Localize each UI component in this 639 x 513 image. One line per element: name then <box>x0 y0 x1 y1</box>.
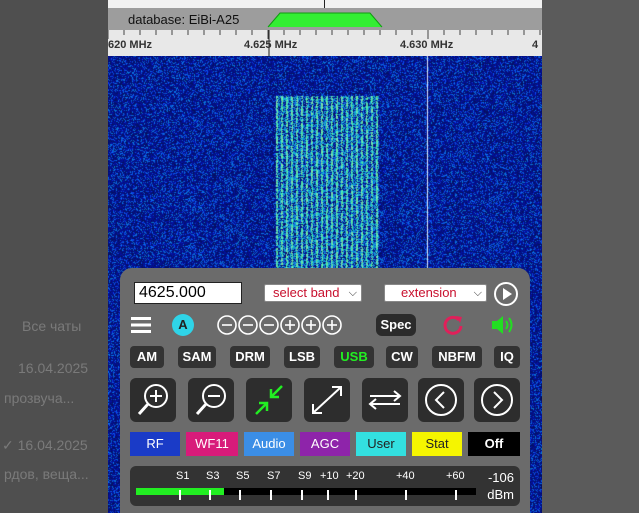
zoom-out-button[interactable] <box>188 378 234 422</box>
zoom-in-icon <box>137 384 168 416</box>
step-right-button[interactable] <box>474 378 520 422</box>
swap-button[interactable] <box>362 378 408 422</box>
s-meter: S1 S3 S5 S7 S9 +10 +20 +40 +60 -106 dBm <box>130 466 520 506</box>
mode-drm-button[interactable]: DRM <box>230 346 270 368</box>
mode-nbfm-button[interactable]: NBFM <box>432 346 482 368</box>
speaker-icon[interactable] <box>490 313 518 337</box>
smeter-label: S1 <box>176 470 190 482</box>
stat-tab-button[interactable]: Stat <box>412 432 462 456</box>
collapse-arrows-icon <box>255 385 283 415</box>
play-icon[interactable] <box>493 281 519 307</box>
off-tab-button[interactable]: Off <box>468 432 520 456</box>
user-tab-button[interactable]: User <box>356 432 406 456</box>
signal-unit: dBm <box>487 487 514 502</box>
scale-tick-label: 4 <box>532 39 539 51</box>
smeter-label: S5 <box>236 470 250 482</box>
chat-date-1: 16.04.2025 <box>18 360 89 376</box>
reset-icon[interactable] <box>442 314 464 336</box>
chat-snippet-2: рдов, веща... <box>4 466 89 482</box>
chevron-down-icon: ⌵ <box>348 287 357 299</box>
rf-tab-button[interactable]: RF <box>130 432 180 456</box>
auto-mode-badge[interactable]: A <box>172 314 194 336</box>
control-panel: 4625.000 select band ⌵ extension ⌵ A Spe… <box>120 268 530 513</box>
mode-sam-button[interactable]: SAM <box>178 346 216 368</box>
extension-select[interactable]: extension ⌵ <box>384 284 487 302</box>
all-chats-text: Все чаты <box>22 318 82 334</box>
smeter-label: S3 <box>206 470 220 482</box>
swap-arrows-icon <box>368 390 402 410</box>
chat-snippet-1: прозвуча... <box>4 390 75 406</box>
mode-cw-button[interactable]: CW <box>386 346 418 368</box>
chevron-left-icon <box>425 384 457 416</box>
chat-date-2: ✓ 16.04.2025 <box>2 437 88 453</box>
signal-value: -106 <box>487 470 514 485</box>
agc-tab-button[interactable]: AGC <box>300 432 350 456</box>
smeter-label: +60 <box>446 470 465 482</box>
background-chat-panel: Все чаты 16.04.2025 прозвуча... ✓ 16.04.… <box>0 0 108 513</box>
scale-ticks <box>108 30 541 56</box>
chevron-right-icon <box>481 384 513 416</box>
scale-tick-label: 4.630 MHz <box>400 39 454 51</box>
smeter-label: +20 <box>346 470 365 482</box>
smeter-label: S9 <box>298 470 312 482</box>
passband-indicator[interactable] <box>266 10 384 28</box>
spec-button[interactable]: Spec <box>376 314 416 336</box>
extension-select-label: extension <box>401 285 457 300</box>
smeter-label: +40 <box>396 470 415 482</box>
smeter-label: S7 <box>267 470 281 482</box>
right-dimmed-area <box>542 0 639 513</box>
band-select[interactable]: select band ⌵ <box>264 284 362 302</box>
zoom-out-icon <box>195 384 226 416</box>
mode-am-button[interactable]: AM <box>130 346 164 368</box>
signal-readout: -106 dBm <box>487 469 514 503</box>
expand-arrows-icon <box>312 386 342 414</box>
mode-usb-button[interactable]: USB <box>334 346 374 368</box>
zoom-max-out-button[interactable] <box>304 378 350 422</box>
menu-icon[interactable] <box>130 316 152 334</box>
wf-tab-button[interactable]: WF11 <box>186 432 238 456</box>
database-label: database: EiBi-A25 <box>128 12 240 27</box>
audio-tab-button[interactable]: Audio <box>244 432 294 456</box>
frequency-input[interactable]: 4625.000 <box>134 282 242 304</box>
zoom-steps[interactable] <box>216 314 344 336</box>
smeter-bar <box>136 488 476 500</box>
step-left-button[interactable] <box>418 378 464 422</box>
mode-iq-button[interactable]: IQ <box>494 346 520 368</box>
mode-lsb-button[interactable]: LSB <box>284 346 320 368</box>
band-select-label: select band <box>273 285 340 300</box>
zoom-in-button[interactable] <box>130 378 176 422</box>
top-strip <box>108 0 542 8</box>
scale-tick-label: 4.625 MHz <box>244 39 298 51</box>
scale-tick-label: 620 MHz <box>108 39 153 51</box>
zoom-to-passband-button[interactable] <box>246 378 292 422</box>
chevron-down-icon: ⌵ <box>473 287 482 299</box>
smeter-label: +10 <box>320 470 339 482</box>
frequency-scale[interactable]: 620 MHz 4.625 MHz 4.630 MHz 4 <box>108 30 542 56</box>
